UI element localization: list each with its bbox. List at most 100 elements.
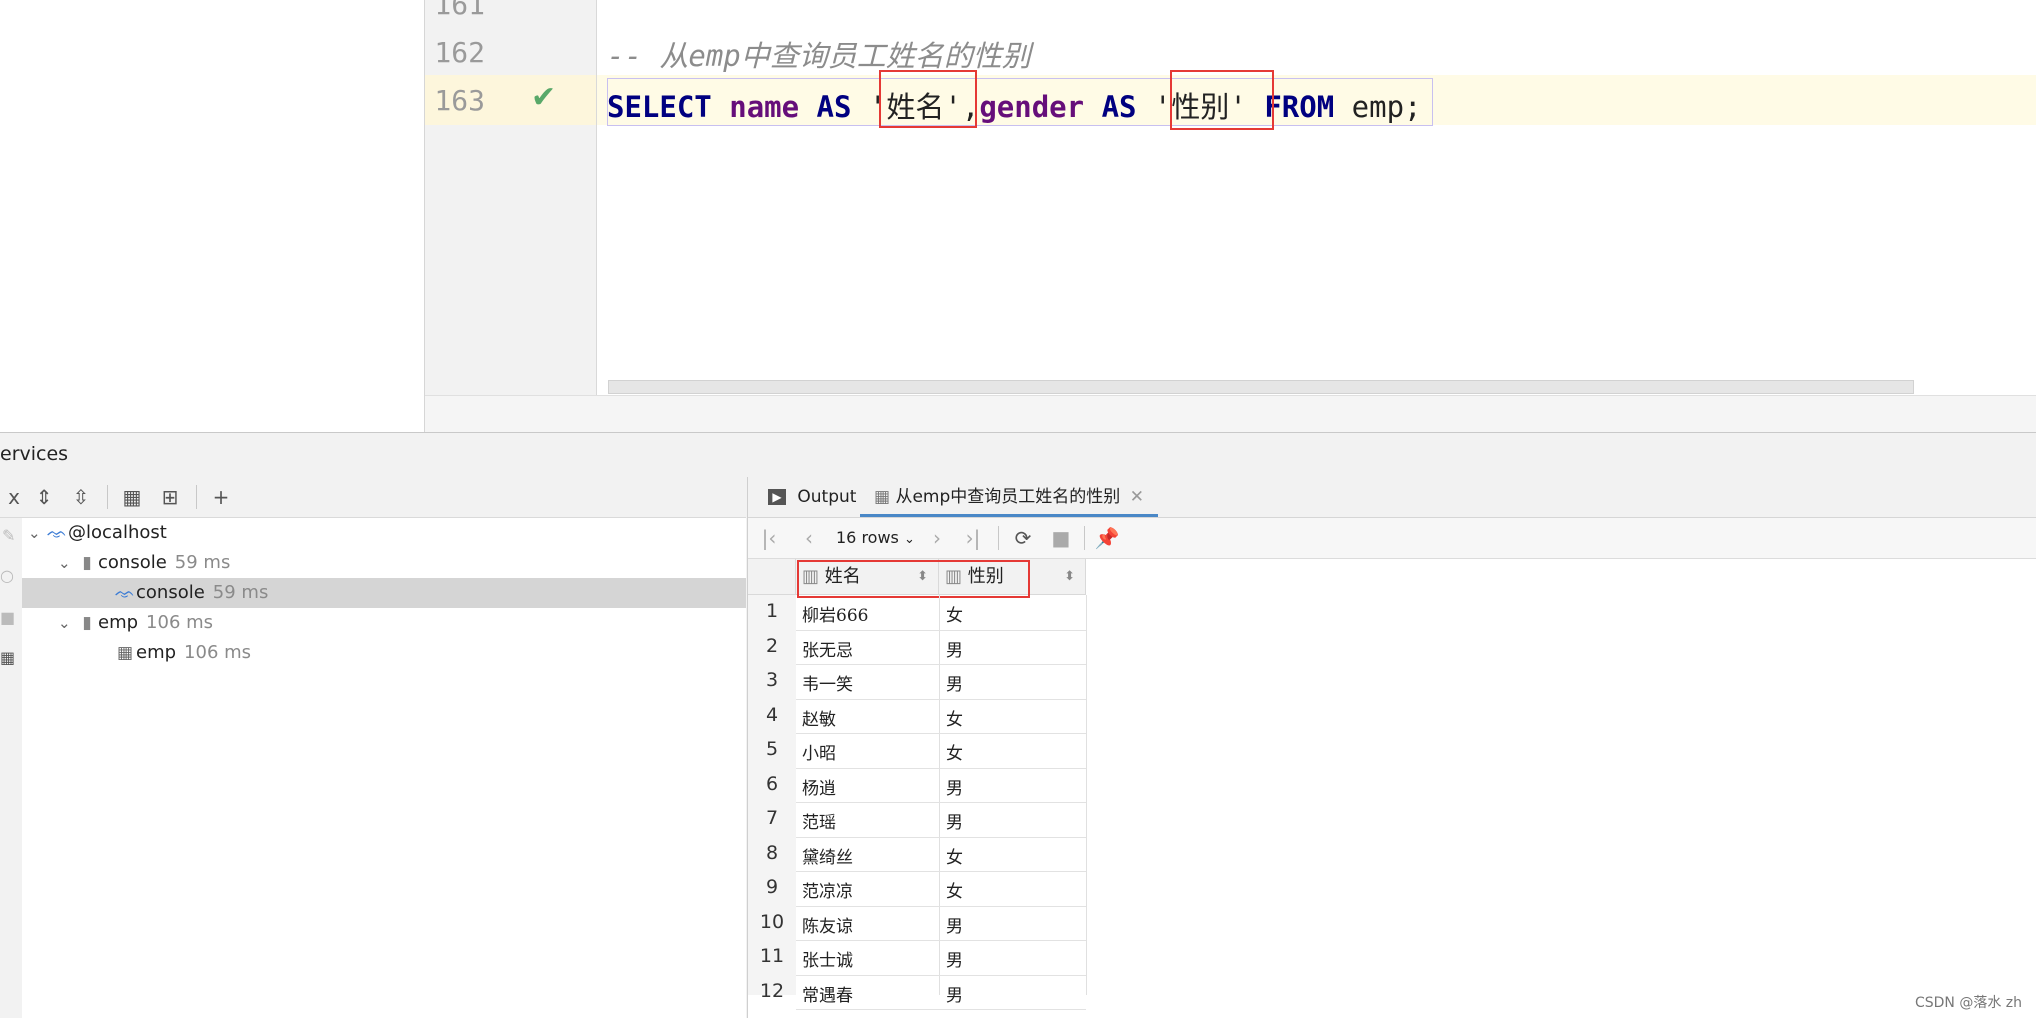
row-number: 6 — [765, 772, 779, 795]
row-divider — [796, 664, 1086, 665]
semicolon: ; — [1404, 90, 1422, 124]
editor-bottom-bar — [425, 395, 2036, 433]
kw-from: FROM — [1264, 90, 1335, 124]
cancel-icon[interactable]: ■ — [1048, 524, 1074, 552]
line-number: 161 — [434, 0, 485, 21]
cell-gender[interactable]: 男 — [946, 636, 963, 661]
highlight-box-column-headers — [797, 560, 1030, 598]
cell-name[interactable]: 常遇春 — [802, 981, 853, 1006]
refresh-icon[interactable]: ○ — [0, 566, 14, 585]
chevron-down-icon[interactable]: ⌄ — [58, 548, 76, 578]
cell-name[interactable]: 小昭 — [802, 739, 836, 764]
console-icon: ▶ — [768, 489, 786, 505]
pin-icon[interactable]: 📌 — [1094, 524, 1120, 552]
row-divider — [796, 629, 1086, 631]
cell-gender[interactable]: 女 — [946, 705, 963, 730]
next-page-icon[interactable]: › — [924, 524, 950, 552]
stop-icon[interactable]: ■ — [0, 608, 15, 627]
last-page-icon[interactable]: ›| — [960, 524, 986, 552]
cell-name[interactable]: 陈友谅 — [802, 912, 853, 937]
close-icon[interactable]: x — [0, 483, 28, 511]
cell-gender[interactable]: 女 — [946, 843, 963, 868]
line-number: 163 — [434, 84, 485, 117]
field-gender: gender — [979, 90, 1085, 124]
cell-name[interactable]: 柳岩666 — [802, 601, 868, 626]
row-divider — [796, 1009, 1086, 1010]
row-number: 11 — [759, 945, 785, 967]
row-divider — [796, 767, 1086, 769]
cell-gender[interactable]: 男 — [946, 808, 963, 833]
pencil-icon[interactable]: ✎ — [2, 526, 15, 545]
layout-icon[interactable]: ▦ — [0, 648, 15, 667]
table-icon: ▦ — [116, 643, 134, 663]
table-name: emp — [1351, 90, 1405, 124]
tree-item-emp[interactable]: ▦ emp 106 ms — [22, 638, 746, 668]
cell-name[interactable]: 范瑶 — [802, 808, 836, 833]
collapse-all-icon[interactable]: ⇳ — [67, 483, 95, 511]
row-divider — [796, 698, 1086, 700]
row-number: 5 — [765, 738, 779, 760]
sql-statement[interactable]: SELECT name AS '姓名',gender AS '性别' FROM … — [607, 84, 1422, 126]
tab-query-result[interactable]: ▦ 从emp中查询员工姓名的性别 ✕ — [860, 477, 1158, 517]
row-number: 8 — [765, 841, 779, 864]
services-panel: ervices x ⇕ ⇳ ▦ ⊞ + ✎ ○ ■ ▦ ⌄ ᨎ@localhost… — [0, 432, 2036, 1018]
sql-editor[interactable]: -- 从emp中查询员工姓名的性别 SELECT name AS '姓名',ge… — [597, 0, 2036, 395]
mysql-icon: ᨎ — [46, 523, 68, 543]
line-number: 162 — [434, 36, 485, 69]
row-divider — [796, 974, 1086, 976]
prev-page-icon[interactable]: ‹ — [796, 524, 822, 552]
close-icon[interactable]: ✕ — [1130, 487, 1144, 507]
cell-gender[interactable]: 男 — [946, 946, 963, 971]
cell-gender[interactable]: 女 — [946, 877, 963, 902]
tree-item-emp-session[interactable]: ⌄ ▮ emp 106 ms — [22, 608, 746, 638]
row-divider — [796, 733, 1086, 734]
group-by-icon[interactable]: ▦ — [118, 483, 146, 511]
reload-icon[interactable]: ⟳ — [1010, 524, 1036, 552]
results-toolbar: |‹ ‹ 16 rows ⌄ › ›| ⟳ ■ 📌 — [748, 518, 2036, 559]
cell-gender[interactable]: 女 — [946, 739, 963, 764]
cell-name[interactable]: 范凉凉 — [802, 877, 853, 902]
cell-gender[interactable]: 男 — [946, 981, 963, 1006]
chevron-down-icon[interactable]: ⌄ — [58, 608, 76, 638]
sort-icon[interactable]: ⬍ — [1064, 559, 1075, 595]
session-icon: ▮ — [82, 613, 92, 633]
tree-item-localhost[interactable]: ⌄ ᨎ@localhost — [22, 518, 746, 548]
table-icon: ▦ — [874, 487, 891, 507]
sql-comment[interactable]: -- 从emp中查询员工姓名的性别 — [607, 33, 1031, 75]
rows-selector[interactable]: 16 rows ⌄ — [836, 524, 915, 552]
cell-name[interactable]: 韦一笑 — [802, 670, 853, 695]
first-page-icon[interactable]: |‹ — [756, 524, 782, 552]
row-number: 12 — [759, 979, 785, 1002]
row-number: 4 — [765, 703, 779, 726]
cell-name[interactable]: 赵敏 — [802, 705, 836, 730]
expand-all-icon[interactable]: ⇕ — [30, 483, 58, 511]
watermark: CSDN @落水 zh — [1914, 995, 2022, 1011]
tree-item-console[interactable]: ᨎconsole 59 ms — [22, 578, 746, 608]
row-number: 2 — [765, 634, 779, 657]
tab-output[interactable]: ▶ Output — [768, 477, 856, 517]
row-divider — [796, 905, 1086, 907]
cell-gender[interactable]: 男 — [946, 912, 963, 937]
row-number: 3 — [765, 669, 779, 691]
services-title: ervices — [0, 443, 69, 465]
cell-gender[interactable]: 女 — [946, 601, 963, 626]
row-number: 9 — [765, 876, 779, 898]
grid-corner — [748, 559, 796, 595]
tree-item-console-session[interactable]: ⌄ ▮ console 59 ms — [22, 548, 746, 578]
plus-icon[interactable]: + — [207, 483, 235, 511]
row-divider — [796, 802, 1086, 803]
cell-gender[interactable]: 男 — [946, 670, 963, 695]
check-icon[interactable]: ✔ — [531, 80, 556, 115]
results-panel: ▶ Output ▦ 从emp中查询员工姓名的性别 ✕ |‹ ‹ 16 rows… — [747, 477, 2036, 1018]
cell-gender[interactable]: 男 — [946, 774, 963, 799]
add-service-group-icon[interactable]: ⊞ — [156, 483, 184, 511]
cell-name[interactable]: 黛绮丝 — [802, 843, 853, 868]
cell-name[interactable]: 张无忌 — [802, 636, 853, 661]
row-divider — [796, 871, 1086, 872]
horizontal-scrollbar[interactable] — [608, 380, 1914, 394]
chevron-down-icon[interactable]: ⌄ — [28, 518, 46, 548]
cell-name[interactable]: 张士诚 — [802, 946, 853, 971]
cell-name[interactable]: 杨逍 — [802, 774, 836, 799]
row-number: 1 — [765, 600, 779, 622]
chevron-down-icon: ⌄ — [903, 532, 915, 547]
